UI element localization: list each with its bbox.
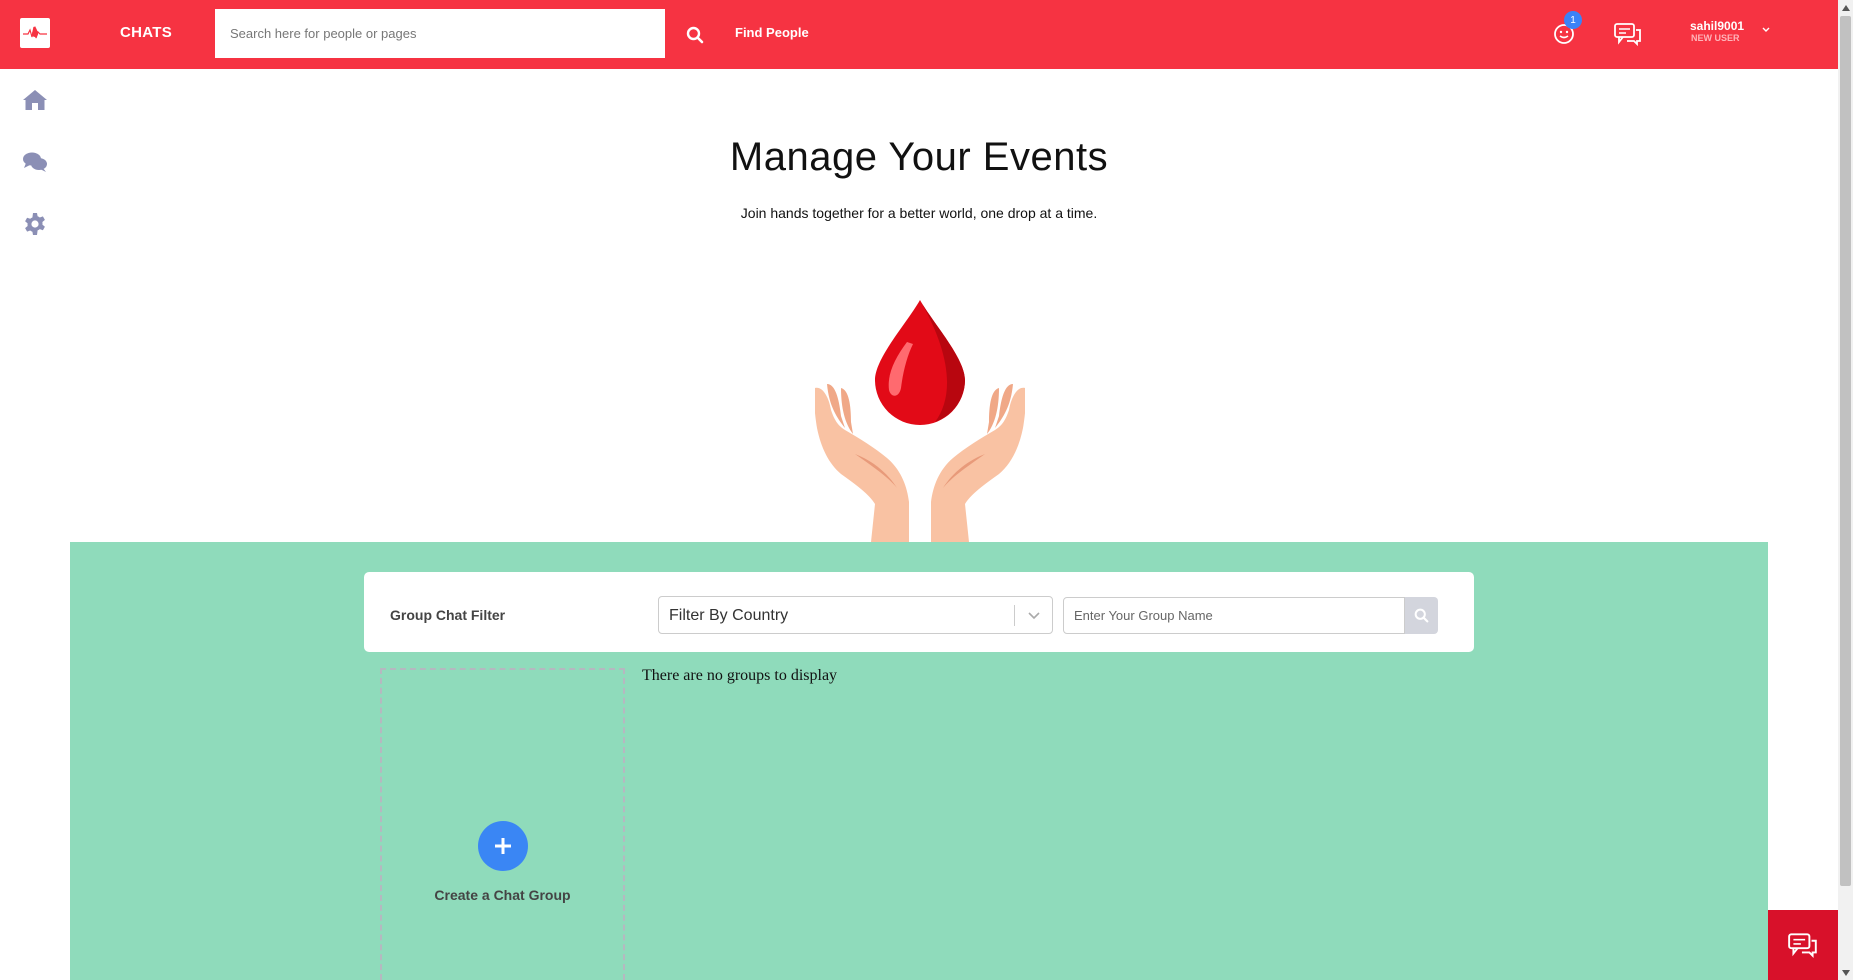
chevron-down-icon <box>1028 612 1040 620</box>
scroll-up-arrow[interactable] <box>1838 0 1853 15</box>
plus-icon <box>495 838 511 854</box>
app-logo[interactable] <box>20 18 50 48</box>
floating-chat-button[interactable] <box>1768 910 1838 980</box>
arrow-up-icon <box>1841 4 1850 11</box>
chat-icon <box>1788 933 1817 958</box>
scroll-down-arrow[interactable] <box>1838 965 1853 980</box>
scrollbar-thumb[interactable] <box>1840 16 1851 886</box>
home-icon <box>23 90 47 110</box>
chat-icon <box>1614 23 1641 47</box>
arrow-down-icon <box>1841 969 1850 976</box>
hero-title: Manage Your Events <box>729 135 1109 179</box>
notification-badge: 1 <box>1564 11 1582 29</box>
empty-groups-message: There are no groups to display <box>642 667 838 684</box>
user-menu-toggle[interactable] <box>1760 22 1772 32</box>
country-filter-value: Filter By Country <box>669 607 789 624</box>
country-filter-select[interactable]: Filter By Country <box>658 596 1053 634</box>
blood-pulse-logo-icon <box>23 26 47 39</box>
search-icon <box>1414 608 1429 623</box>
hero-subtitle: Join hands together for a better world, … <box>740 205 1098 221</box>
create-group-button[interactable] <box>478 821 528 871</box>
group-name-input[interactable] <box>1063 597 1405 634</box>
group-search-button[interactable] <box>1405 597 1438 634</box>
find-people-link[interactable]: Find People <box>735 25 809 40</box>
sidebar-item-home[interactable] <box>22 87 48 113</box>
filter-label: Group Chat Filter <box>390 607 506 623</box>
chevron-down-icon <box>1762 27 1770 32</box>
user-name[interactable]: sahil9001 <box>1690 19 1744 33</box>
messages-button[interactable] <box>1613 21 1643 47</box>
select-divider <box>1014 605 1015 626</box>
blood-drop-hands-illustration <box>815 300 1025 542</box>
user-role: NEW USER <box>1691 33 1740 43</box>
search-button[interactable] <box>682 22 708 48</box>
search-input[interactable] <box>215 9 665 58</box>
page-title: CHATS <box>120 24 173 41</box>
create-group-label[interactable]: Create a Chat Group <box>380 887 625 903</box>
search-icon <box>686 26 704 44</box>
